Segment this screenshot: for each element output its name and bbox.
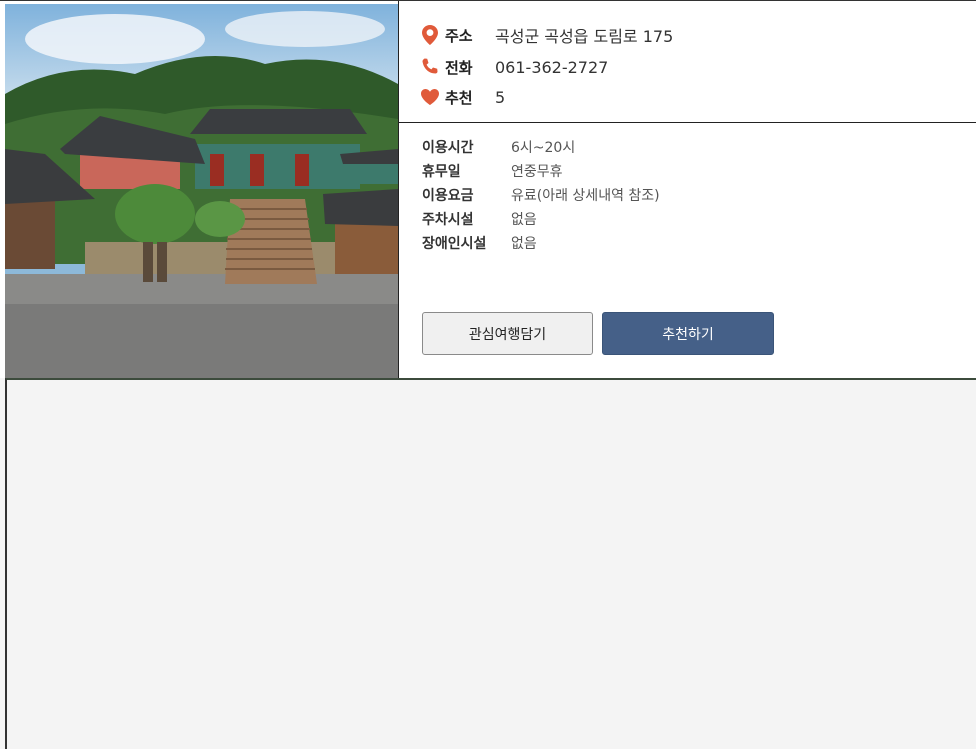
detail-label: 이용시간 (422, 140, 474, 156)
attraction-info-panel: 주소 곡성군 곡성읍 도림로 175 전화 061-362-2727 추천 5 … (0, 0, 976, 379)
recommend-row: 추천 5 (421, 86, 505, 108)
detail-value: 없음 (511, 212, 537, 228)
attraction-photo (5, 4, 398, 378)
recommend-count: 5 (495, 87, 506, 107)
phone-label: 전화 (445, 58, 473, 77)
divider-horizontal (399, 122, 976, 123)
content-area (5, 378, 976, 749)
address-row: 주소 곡성군 곡성읍 도림로 175 (421, 24, 673, 46)
detail-label: 휴무일 (422, 164, 461, 180)
detail-row-hours: 이용시간 6시~20시 (422, 135, 962, 159)
detail-row-closed: 휴무일 연중무휴 (422, 159, 962, 183)
detail-value: 없음 (511, 236, 537, 252)
recommend-button[interactable]: 추천하기 (602, 312, 774, 355)
recommend-label: 추천 (445, 88, 473, 107)
detail-label: 주차시설 (422, 212, 474, 228)
address-label: 주소 (445, 26, 473, 45)
map-pin-icon (421, 25, 439, 45)
usage-details: 이용시간 6시~20시 휴무일 연중무휴 이용요금 유료(아래 상세내역 참조)… (422, 135, 962, 255)
detail-value: 6시~20시 (511, 140, 576, 156)
detail-value: 연중무휴 (511, 164, 563, 180)
detail-row-fee: 이용요금 유료(아래 상세내역 참조) (422, 183, 962, 207)
save-to-interests-button[interactable]: 관심여행담기 (422, 312, 593, 355)
detail-label: 장애인시설 (422, 236, 487, 252)
detail-row-accessibility: 장애인시설 없음 (422, 231, 962, 255)
detail-value: 유료(아래 상세내역 참조) (511, 188, 660, 204)
phone-row: 전화 061-362-2727 (421, 56, 608, 78)
address-value: 곡성군 곡성읍 도림로 175 (495, 27, 674, 46)
heart-icon (421, 88, 439, 106)
phone-icon (421, 58, 439, 76)
detail-label: 이용요금 (422, 188, 474, 204)
phone-value: 061-362-2727 (495, 57, 609, 77)
detail-row-parking: 주차시설 없음 (422, 207, 962, 231)
contact-summary: 주소 곡성군 곡성읍 도림로 175 전화 061-362-2727 추천 5 (399, 4, 976, 122)
